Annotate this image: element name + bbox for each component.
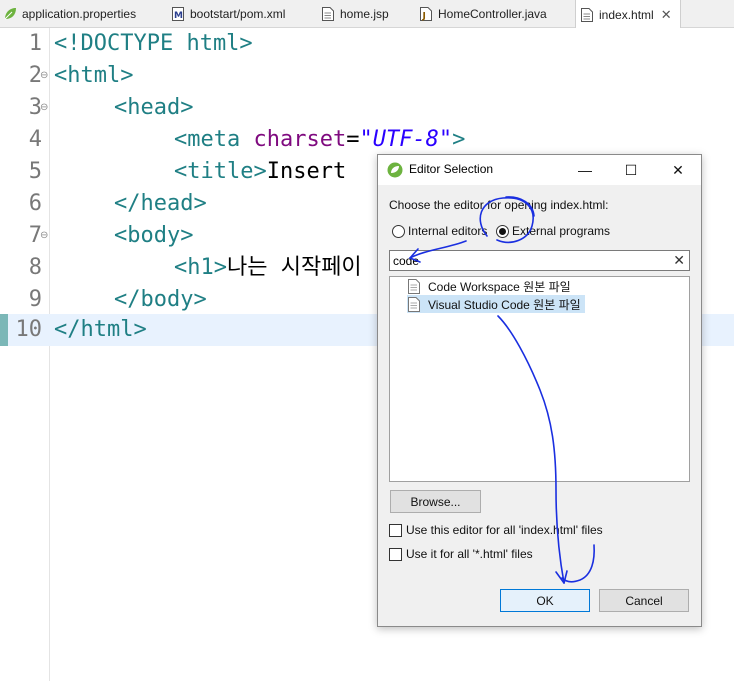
spring-leaf-icon	[387, 162, 403, 178]
editor-selection-dialog: Editor Selection — ☐ ✕ Choose the editor…	[377, 154, 702, 627]
use-editor-checkbox[interactable]: Use this editor for all 'index.html' fil…	[389, 523, 603, 537]
text-token: Insert	[266, 159, 347, 184]
checkbox-box[interactable]	[389, 523, 402, 537]
maven-file-icon: M	[171, 7, 185, 21]
radio-label: External programs	[512, 224, 611, 238]
tab-label: home.jsp	[340, 7, 389, 21]
radio-internal-editors[interactable]: Internal editors	[392, 224, 487, 238]
checkbox-box[interactable]	[389, 547, 402, 561]
code-text: <body>	[114, 220, 193, 252]
code-line[interactable]: 1 <!DOCTYPE html>	[0, 28, 734, 60]
line-number: 7	[28, 223, 42, 248]
file-icon	[408, 296, 420, 312]
attribute-value-token: "UTF-8"	[359, 127, 453, 152]
program-list[interactable]: Code Workspace 원본 파일 Visual Studio Code …	[389, 276, 690, 482]
list-item-label: Visual Studio Code 원본 파일	[428, 297, 581, 312]
line-number: 3	[28, 95, 42, 120]
code-text: <head>	[114, 92, 193, 124]
tab-label: index.html	[599, 7, 654, 22]
radio-label: Internal editors	[408, 224, 488, 238]
tab-pom-xml[interactable]: M bootstart/pom.xml	[171, 0, 285, 28]
code-text: <h1>나는 시작페이	[174, 252, 362, 284]
tag-token: <title>	[174, 159, 267, 184]
editor-tab-bar: application.properties M bootstart/pom.x…	[0, 0, 734, 29]
list-item[interactable]: Code Workspace 원본 파일	[407, 277, 575, 295]
radio-circle-selected[interactable]	[496, 224, 509, 238]
ok-button[interactable]: OK	[500, 589, 590, 612]
tag-token: </html>	[54, 317, 147, 342]
html-file-icon	[580, 7, 594, 22]
code-text: <html>	[54, 60, 133, 92]
line-number: 8	[28, 255, 42, 280]
line-number: 1	[28, 31, 42, 56]
filter-value: code	[393, 254, 420, 268]
tag-token: >	[452, 127, 466, 152]
list-item-selected[interactable]: Visual Studio Code 원본 파일	[407, 295, 585, 313]
svg-text:M: M	[174, 11, 183, 21]
line-number: 10	[15, 317, 43, 342]
code-line[interactable]: 4 <meta charset="UTF-8">	[0, 124, 734, 156]
tag-token: <body>	[114, 223, 194, 248]
tab-label: application.properties	[22, 7, 137, 21]
fold-collapse-icon[interactable]: ⊖	[40, 92, 48, 124]
cancel-button[interactable]: Cancel	[599, 589, 689, 612]
tab-homecontroller-java[interactable]: J HomeController.java	[419, 0, 547, 28]
code-text: </html>	[54, 314, 147, 346]
equals-token: =	[346, 127, 360, 152]
checkbox-label: Use this editor for all 'index.html' fil…	[406, 523, 603, 537]
line-number: 4	[28, 127, 42, 152]
close-button[interactable]: ✕	[655, 155, 701, 185]
tab-application-properties[interactable]: application.properties	[3, 0, 136, 28]
tag-token: </body>	[114, 287, 207, 312]
tag-token: </head>	[114, 191, 207, 216]
svg-text:J: J	[422, 12, 426, 22]
tag-token: <meta	[174, 127, 241, 152]
list-item-label: Code Workspace 원본 파일	[428, 279, 571, 294]
tab-label: HomeController.java	[438, 7, 547, 21]
code-text: </head>	[114, 188, 207, 220]
radio-external-programs[interactable]: External programs	[496, 224, 610, 238]
code-text: <title>Insert	[174, 156, 346, 188]
line-number: 9	[28, 287, 42, 312]
line-number: 2	[28, 63, 42, 88]
dialog-title-bar[interactable]: Editor Selection — ☐ ✕	[378, 155, 701, 185]
use-all-html-checkbox[interactable]: Use it for all '*.html' files	[389, 547, 533, 561]
tag-token: <html>	[54, 63, 134, 88]
line-number: 5	[28, 159, 42, 184]
minimize-button[interactable]: —	[562, 155, 608, 185]
code-text: <!DOCTYPE html>	[54, 28, 253, 60]
code-line[interactable]: 3 ⊖ <head>	[0, 92, 734, 124]
close-tab-icon[interactable]: ✕	[661, 7, 672, 23]
dialog-prompt: Choose the editor for opening index.html…	[389, 198, 609, 212]
dialog-title: Editor Selection	[409, 162, 494, 176]
tag-token: <head>	[114, 95, 194, 120]
spring-leaf-icon	[3, 7, 17, 21]
java-file-icon: J	[419, 7, 433, 21]
checkbox-label: Use it for all '*.html' files	[406, 547, 533, 561]
code-text: </body>	[114, 284, 207, 316]
filter-input[interactable]: code ✕	[389, 250, 690, 271]
tag-token: <h1>	[174, 255, 227, 280]
radio-circle[interactable]	[392, 224, 405, 238]
tab-index-html[interactable]: index.html ✕	[575, 0, 681, 29]
fold-collapse-icon[interactable]: ⊖	[40, 220, 48, 252]
tab-label: bootstart/pom.xml	[190, 7, 286, 21]
code-text: <meta charset="UTF-8">	[174, 124, 465, 156]
line-number: 6	[28, 191, 42, 216]
tab-home-jsp[interactable]: home.jsp	[321, 0, 389, 28]
jsp-file-icon	[321, 7, 335, 21]
text-token: 나는 시작페이	[226, 255, 362, 280]
attribute-token: charset	[240, 127, 347, 152]
maximize-button[interactable]: ☐	[608, 155, 654, 185]
doctype-token: <!DOCTYPE html>	[54, 31, 253, 56]
file-icon	[408, 278, 420, 294]
clear-filter-icon[interactable]: ✕	[673, 252, 685, 269]
code-line[interactable]: 2 ⊖ <html>	[0, 60, 734, 92]
browse-button[interactable]: Browse...	[390, 490, 481, 513]
fold-collapse-icon[interactable]: ⊖	[40, 60, 48, 92]
